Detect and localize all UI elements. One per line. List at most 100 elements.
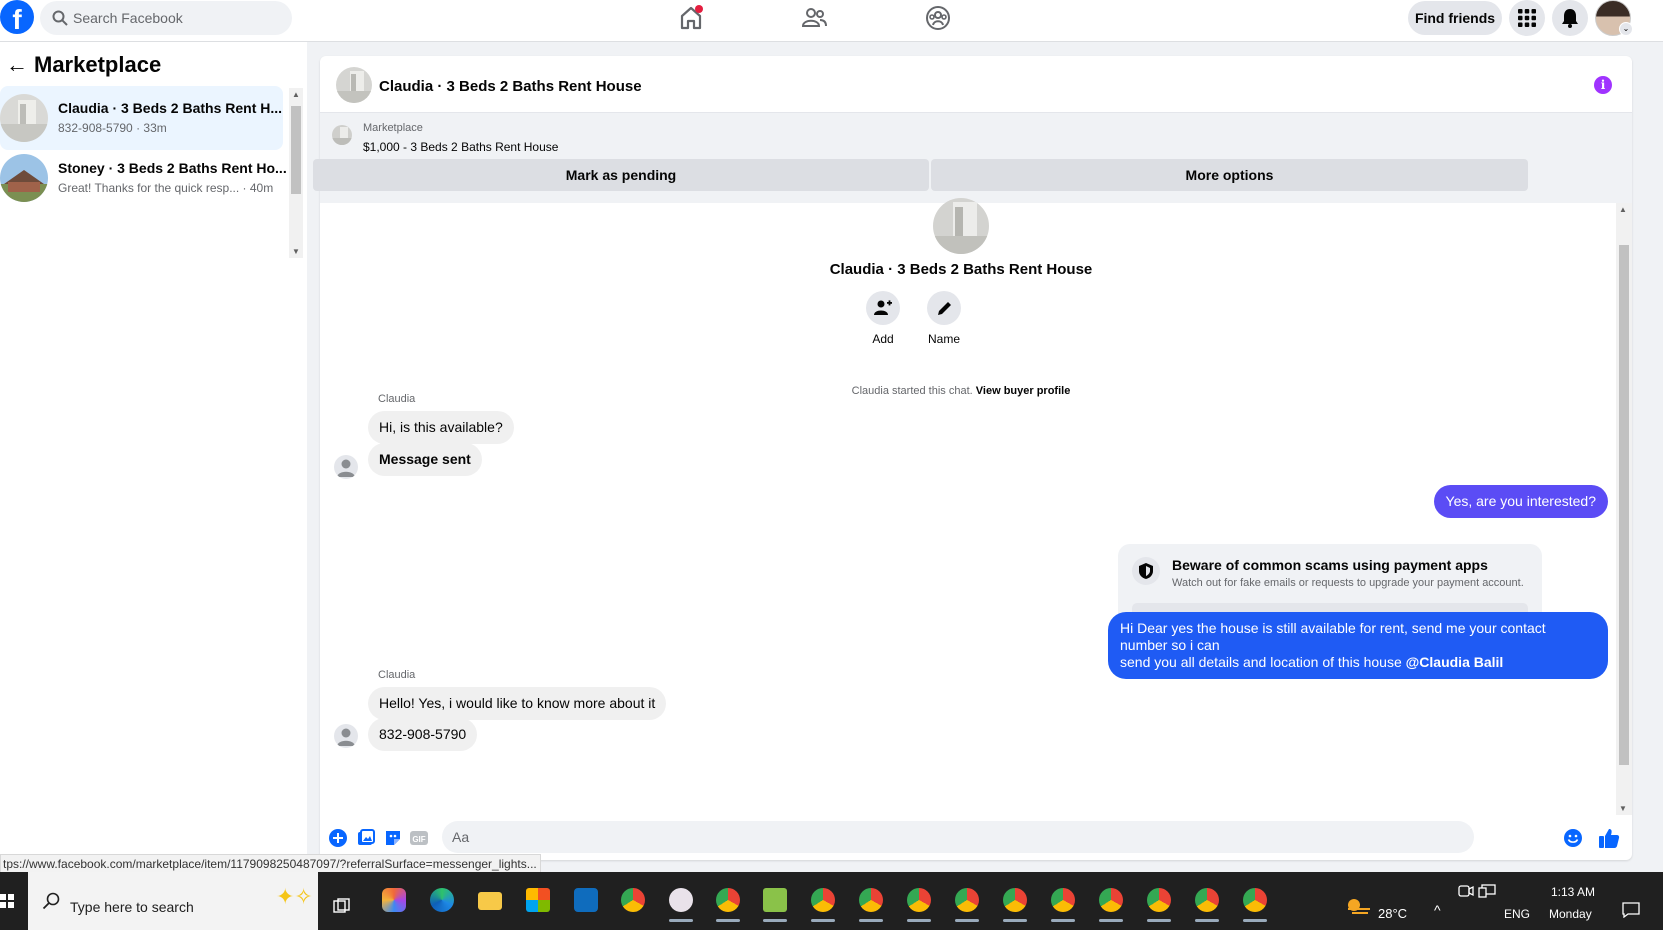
- chat-scrollbar[interactable]: ▲ ▼: [1616, 203, 1632, 815]
- chrome-profile-icon[interactable]: [1045, 882, 1081, 922]
- windows-start-icon[interactable]: [0, 894, 14, 908]
- friends-icon[interactable]: [800, 4, 828, 32]
- windows-taskbar: Type here to search ✦✧ 28°C ^ ENG 1:13 A…: [0, 872, 1663, 930]
- conversation-name: Stoney · 3 Beds 2 Baths Rent Ho...: [58, 160, 287, 176]
- chrome-app-icon[interactable]: [615, 882, 651, 918]
- message-bubble-outgoing[interactable]: Hi Dear yes the house is still available…: [1108, 612, 1608, 679]
- clock-day[interactable]: Monday: [1549, 907, 1592, 921]
- pencil-icon: [938, 302, 951, 315]
- message-bubble-incoming[interactable]: Hi, is this available?: [368, 411, 514, 444]
- chrome-profile-icon[interactable]: [1141, 882, 1177, 922]
- search-bar[interactable]: Search Facebook: [40, 1, 292, 35]
- chat-title[interactable]: Claudia · 3 Beds 2 Baths Rent House: [379, 78, 642, 95]
- conversation-title: Claudia · 3 Beds 2 Baths Rent House: [829, 261, 1093, 278]
- edge-app-icon[interactable]: [424, 882, 460, 918]
- more-options-button[interactable]: More options: [931, 159, 1528, 191]
- marketplace-sidebar: ← Marketplace Claudia · 3 Beds 2 Baths R…: [0, 42, 307, 872]
- store-app-icon[interactable]: [520, 882, 556, 918]
- chrome-profile-icon[interactable]: [949, 882, 985, 922]
- notifications-button[interactable]: [1552, 0, 1588, 36]
- gif-icon[interactable]: GIF: [410, 829, 428, 847]
- find-friends-button[interactable]: Find friends: [1408, 1, 1502, 35]
- search-icon: [52, 10, 68, 26]
- meet-now-icon[interactable]: [1458, 884, 1474, 898]
- emoji-icon[interactable]: [1564, 829, 1582, 847]
- scroll-up-icon[interactable]: ▲: [292, 90, 300, 99]
- message-bubble-incoming[interactable]: Message sent: [368, 443, 482, 476]
- mark-as-pending-button[interactable]: Mark as pending: [313, 159, 929, 191]
- weather-icon[interactable]: [1344, 896, 1372, 916]
- language-indicator[interactable]: ENG: [1504, 907, 1530, 921]
- copilot-app-icon[interactable]: [376, 882, 412, 918]
- conversation-item-claudia[interactable]: Claudia · 3 Beds 2 Baths Rent H... 832-9…: [0, 86, 283, 150]
- chrome-profile-icon[interactable]: [1189, 882, 1225, 922]
- facebook-logo[interactable]: f: [0, 0, 34, 34]
- add-person-icon: [874, 300, 892, 315]
- message-bubble-incoming[interactable]: Hello! Yes, i would like to know more ab…: [368, 687, 667, 720]
- message-input-field[interactable]: [442, 821, 1474, 853]
- file-explorer-icon[interactable]: [472, 882, 508, 918]
- mention-link[interactable]: @Claudia Balil: [1406, 654, 1504, 670]
- buyer-avatar[interactable]: [933, 198, 989, 254]
- message-line: Hi Dear yes the house is still available…: [1120, 620, 1546, 653]
- chrome-profile-icon[interactable]: [805, 882, 841, 922]
- chat-window: Claudia · 3 Beds 2 Baths Rent House i Ma…: [313, 56, 1632, 860]
- sender-name: Claudia: [378, 669, 416, 681]
- conversation-item-stoney[interactable]: Stoney · 3 Beds 2 Baths Rent Ho... Great…: [0, 146, 287, 210]
- message-bubble-incoming[interactable]: 832-908-5790: [368, 718, 478, 751]
- message-input[interactable]: [442, 821, 1474, 853]
- chevron-down-icon[interactable]: ⌄: [1619, 22, 1633, 36]
- chat-avatar[interactable]: [336, 67, 372, 103]
- chrome-profile-icon[interactable]: [853, 882, 889, 922]
- listing-thumbnail: [0, 94, 48, 142]
- name-chat-button[interactable]: [927, 291, 961, 325]
- notepad-app-icon[interactable]: [757, 882, 793, 922]
- scroll-up-icon[interactable]: ▲: [1619, 205, 1627, 214]
- info-icon[interactable]: i: [1594, 76, 1612, 94]
- sender-name: Claudia: [378, 393, 416, 405]
- view-buyer-profile-link[interactable]: View buyer profile: [976, 385, 1071, 397]
- sparkle-icon: ✦✧: [276, 884, 313, 909]
- sender-avatar[interactable]: [334, 724, 358, 748]
- chrome-profile-icon[interactable]: [1093, 882, 1129, 922]
- sidebar-scrollbar[interactable]: ▲ ▼: [289, 88, 303, 258]
- notifications-center-icon[interactable]: [1622, 902, 1640, 918]
- photo-icon[interactable]: [357, 829, 375, 847]
- message-bubble-outgoing[interactable]: Yes, are you interested?: [1433, 485, 1608, 518]
- outlook-app-icon[interactable]: [568, 882, 604, 918]
- scroll-down-icon[interactable]: ▼: [292, 247, 300, 256]
- chrome-profile-icon[interactable]: [1237, 882, 1273, 922]
- groups-icon[interactable]: [924, 4, 952, 32]
- sticker-icon[interactable]: [384, 829, 402, 847]
- scrollbar-thumb[interactable]: [1619, 245, 1629, 765]
- plus-circle-icon[interactable]: [329, 829, 347, 847]
- sender-avatar[interactable]: [334, 455, 358, 479]
- task-view-icon[interactable]: [333, 898, 351, 914]
- message-line: send you all details and location of thi…: [1120, 654, 1402, 670]
- scroll-down-icon[interactable]: ▼: [1619, 804, 1627, 813]
- started-text: Claudia started this chat.: [851, 385, 973, 397]
- menu-button[interactable]: [1509, 0, 1545, 36]
- sidebar-title: Marketplace: [34, 52, 162, 77]
- chrome-profile-icon[interactable]: [997, 882, 1033, 922]
- scrollbar-thumb[interactable]: [291, 106, 301, 194]
- chrome-profile-icon[interactable]: [901, 882, 937, 922]
- chat-started-note: Claudia started this chat. View buyer pr…: [320, 385, 1602, 397]
- clock-time[interactable]: 1:13 AM: [1551, 885, 1595, 899]
- thumbs-up-icon[interactable]: [1598, 827, 1620, 849]
- search-placeholder: Search Facebook: [73, 10, 183, 26]
- chevron-up-icon[interactable]: ^: [1434, 902, 1441, 918]
- back-arrow-icon[interactable]: ←: [0, 52, 34, 78]
- svg-text:GIF: GIF: [412, 835, 425, 844]
- network-icon[interactable]: [1478, 884, 1496, 898]
- scam-warning-title: Beware of common scams using payment app…: [1172, 557, 1488, 573]
- chrome-profile-icon[interactable]: [710, 882, 746, 922]
- add-people-button[interactable]: [866, 291, 900, 325]
- bell-icon: [1562, 9, 1578, 28]
- paint-app-icon[interactable]: [663, 882, 699, 922]
- shield-icon: [1132, 557, 1160, 585]
- home-icon[interactable]: [677, 4, 705, 32]
- taskbar-search[interactable]: Type here to search ✦✧: [28, 872, 318, 930]
- search-icon: [42, 892, 60, 910]
- listing-detail[interactable]: $1,000 - 3 Beds 2 Baths Rent House: [363, 140, 558, 154]
